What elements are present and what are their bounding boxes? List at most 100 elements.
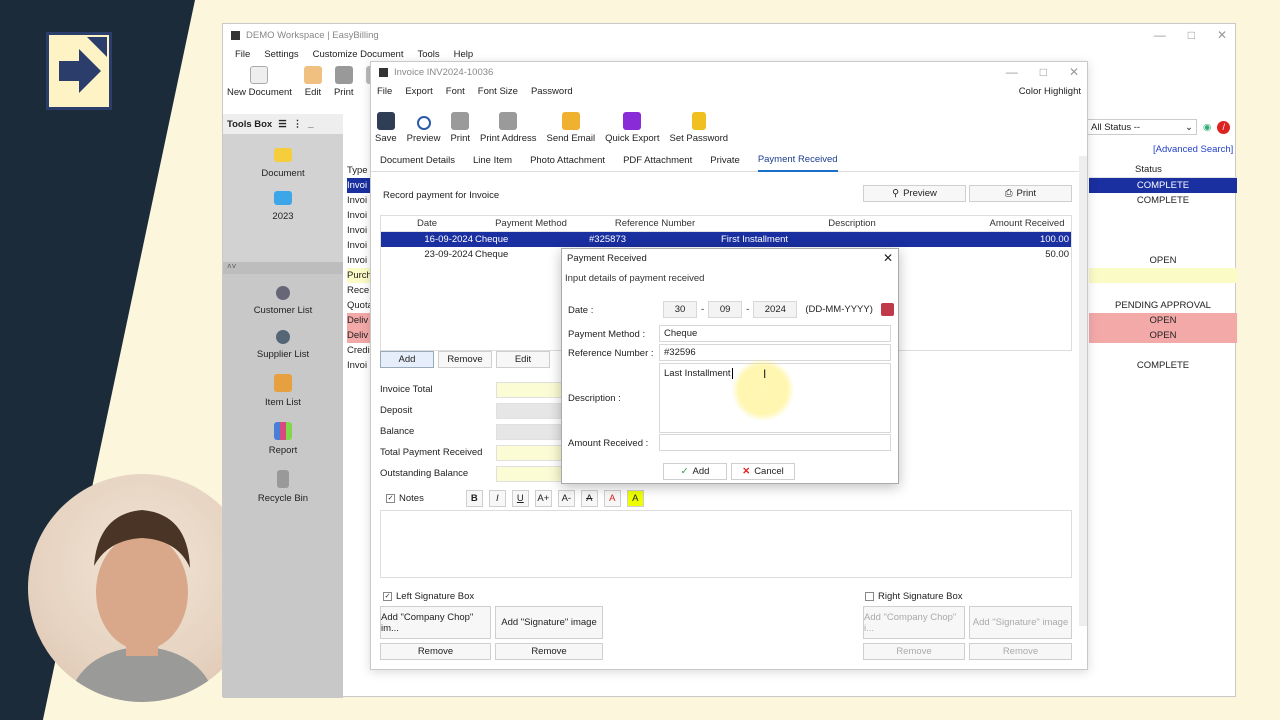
nav-item-list[interactable]: Item List: [265, 374, 301, 408]
maximize-icon[interactable]: □: [1188, 28, 1195, 42]
status-cell[interactable]: COMPLETE: [1089, 178, 1237, 193]
payment-preview-button[interactable]: ⚲ Preview: [863, 185, 966, 202]
tab-private[interactable]: Private: [710, 150, 740, 171]
menu-password[interactable]: Password: [531, 86, 573, 97]
add-payment-button[interactable]: Add: [380, 351, 434, 368]
close-icon[interactable]: ✕: [1069, 65, 1079, 79]
underline-button[interactable]: U: [511, 490, 529, 507]
table-row[interactable]: 16-09-2024 Cheque #325873 First Installm…: [381, 232, 1071, 247]
binoculars-icon[interactable]: ◉: [1203, 122, 1211, 133]
amount-received-field[interactable]: [659, 434, 891, 451]
add-company-chop-right-button[interactable]: Add "Company Chop" i...: [863, 606, 965, 639]
nav-recycle-bin[interactable]: Recycle Bin: [258, 470, 308, 504]
menu-tools[interactable]: Tools: [417, 49, 439, 60]
minimize-icon[interactable]: —: [1006, 65, 1018, 79]
menu-file[interactable]: File: [235, 49, 250, 60]
tab-photo-attachment[interactable]: Photo Attachment: [530, 150, 605, 171]
status-cell[interactable]: [1089, 223, 1237, 238]
font-decrease-button[interactable]: A-: [557, 490, 575, 507]
tab-document-details[interactable]: Document Details: [380, 150, 455, 171]
status-cell[interactable]: OPEN: [1089, 313, 1237, 328]
nav-report[interactable]: Report: [269, 422, 297, 456]
status-cell[interactable]: [1089, 268, 1237, 283]
remove-payment-button[interactable]: Remove: [438, 351, 492, 368]
print-button[interactable]: Print: [450, 104, 470, 144]
status-cell[interactable]: [1089, 238, 1237, 253]
payment-print-button[interactable]: ⎙ Print: [969, 185, 1072, 202]
folder-document[interactable]: Document: [261, 148, 305, 179]
tab-pdf-attachment[interactable]: PDF Attachment: [623, 150, 692, 171]
splitter-handle[interactable]: ˄˅: [223, 262, 343, 274]
preview-button[interactable]: Preview: [407, 104, 440, 144]
list-view-icon[interactable]: ☰: [278, 119, 287, 130]
dialog-cancel-button[interactable]: ✕ Cancel: [731, 463, 795, 480]
nav-supplier-list[interactable]: Supplier List: [257, 330, 309, 360]
vertical-scrollbar[interactable]: [1079, 156, 1087, 626]
payment-method-field[interactable]: Cheque: [659, 325, 891, 342]
dialog-add-button[interactable]: ✓ Add: [663, 463, 727, 480]
add-signature-left-button[interactable]: Add "Signature" image: [495, 606, 603, 639]
deposit-field[interactable]: [496, 402, 562, 419]
menu-help[interactable]: Help: [454, 49, 474, 60]
col-date[interactable]: Date: [381, 218, 473, 229]
status-cell[interactable]: [1089, 343, 1237, 358]
menu-settings[interactable]: Settings: [264, 49, 298, 60]
print-address-button[interactable]: Print Address: [480, 104, 537, 144]
status-cell[interactable]: PENDING APPROVAL: [1089, 298, 1237, 313]
add-signature-right-button[interactable]: Add "Signature" image: [969, 606, 1072, 639]
print-button[interactable]: Print: [334, 66, 354, 98]
new-document-button[interactable]: New Document: [227, 66, 292, 98]
col-amount-received[interactable]: Amount Received: [983, 218, 1071, 229]
col-payment-method[interactable]: Payment Method: [473, 218, 589, 229]
edit-button[interactable]: Edit: [303, 66, 322, 98]
font-color-button[interactable]: A: [603, 490, 621, 507]
clear-filter-icon[interactable]: /: [1217, 120, 1231, 134]
tab-payment-received[interactable]: Payment Received: [757, 149, 838, 172]
close-icon[interactable]: ✕: [1217, 28, 1227, 42]
minimize-icon[interactable]: —: [1154, 28, 1166, 42]
notes-checkbox[interactable]: ✓ Notes: [386, 493, 424, 504]
collapse-icon[interactable]: _: [308, 119, 313, 130]
advanced-search-link[interactable]: [Advanced Search]: [1153, 144, 1233, 155]
status-cell[interactable]: OPEN: [1089, 253, 1237, 268]
detail-view-icon[interactable]: ⋮: [293, 119, 303, 130]
save-button[interactable]: Save: [375, 104, 397, 144]
menu-customize-document[interactable]: Customize Document: [313, 49, 404, 60]
edit-payment-button[interactable]: Edit: [496, 351, 550, 368]
status-cell[interactable]: OPEN: [1089, 328, 1237, 343]
date-day-field[interactable]: 30: [663, 301, 697, 318]
date-year-field[interactable]: 2024: [753, 301, 798, 318]
status-cell[interactable]: COMPLETE: [1089, 358, 1237, 373]
status-filter-dropdown[interactable]: All Status -- ⌄: [1087, 119, 1197, 135]
menu-font-size[interactable]: Font Size: [478, 86, 518, 97]
highlight-button[interactable]: A: [626, 490, 644, 507]
menu-font[interactable]: Font: [446, 86, 465, 97]
remove-signature-right-button[interactable]: Remove: [969, 643, 1072, 660]
status-cell[interactable]: [1089, 283, 1237, 298]
date-month-field[interactable]: 09: [708, 301, 743, 318]
menu-file[interactable]: File: [377, 86, 392, 97]
folder-2023[interactable]: 2023: [272, 191, 294, 222]
set-password-button[interactable]: Set Password: [669, 104, 728, 144]
send-email-button[interactable]: Send Email: [547, 104, 595, 144]
remove-signature-left-button[interactable]: Remove: [495, 643, 603, 660]
close-icon[interactable]: ✕: [883, 251, 893, 265]
reference-number-field[interactable]: #32596: [659, 344, 891, 361]
left-signature-checkbox[interactable]: ✓ Left Signature Box: [383, 591, 474, 602]
remove-chop-left-button[interactable]: Remove: [380, 643, 491, 660]
bold-button[interactable]: B: [465, 490, 483, 507]
nav-customer-list[interactable]: Customer List: [254, 286, 312, 316]
tab-line-item[interactable]: Line Item: [473, 150, 512, 171]
color-highlight-menu[interactable]: Color Highlight: [1019, 86, 1081, 97]
italic-button[interactable]: I: [488, 490, 506, 507]
quick-export-button[interactable]: Quick Export: [605, 104, 659, 144]
menu-export[interactable]: Export: [405, 86, 432, 97]
status-cell[interactable]: [1089, 208, 1237, 223]
calendar-icon[interactable]: [880, 303, 894, 316]
font-increase-button[interactable]: A+: [534, 490, 552, 507]
right-signature-checkbox[interactable]: Right Signature Box: [865, 591, 963, 602]
strikethrough-button[interactable]: A: [580, 490, 598, 507]
remove-chop-right-button[interactable]: Remove: [863, 643, 965, 660]
col-reference-number[interactable]: Reference Number: [589, 218, 721, 229]
notes-textarea[interactable]: [380, 510, 1072, 578]
